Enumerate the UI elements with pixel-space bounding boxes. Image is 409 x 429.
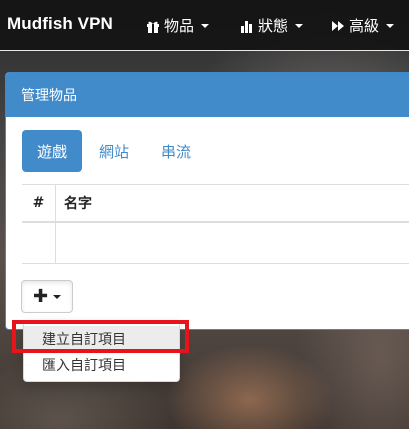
table-cell [22,223,56,263]
menu-item-import-custom[interactable]: 匯入自訂項目 [24,352,179,378]
column-header-number: # [22,185,56,221]
nav-menu-status[interactable]: 狀態 [240,15,304,36]
add-item-dropdown-button[interactable]: ✚ [21,280,73,313]
items-table: # 名字 [22,184,409,264]
add-item-dropdown-menu: 建立自訂項目 匯入自訂項目 [23,320,180,382]
navbar-divider [0,50,409,51]
chevron-down-icon [53,294,62,299]
bar-chart-icon [241,20,252,33]
panel-title: 管理物品 [6,73,409,117]
nav-items-label: 物品 [164,17,195,35]
tab-games[interactable]: 遊戲 [22,130,83,172]
chevron-down-icon [201,23,210,28]
tab-websites[interactable]: 網站 [84,130,144,172]
manage-items-panel: 管理物品 遊戲 網站 串流 # 名字 ✚ [5,72,409,330]
top-navbar: Mudfish VPN 物品 狀態 高級 [0,0,409,50]
plus-icon: ✚ [32,285,49,307]
gift-icon [147,21,159,33]
column-header-name: 名字 [64,196,92,212]
chevron-down-icon [295,23,304,28]
nav-status-label: 狀態 [258,17,289,35]
table-row-empty [22,223,409,264]
category-tabs: 遊戲 網站 串流 [22,130,208,172]
nav-advanced-label: 高級 [349,17,380,35]
brand-logo-text[interactable]: Mudfish VPN [7,14,113,34]
fast-forward-icon [332,20,344,31]
menu-item-create-custom[interactable]: 建立自訂項目 [24,326,179,352]
chevron-down-icon [386,23,395,28]
tab-streaming[interactable]: 串流 [146,130,206,172]
nav-menu-items[interactable]: 物品 [146,15,210,36]
nav-menu-advanced[interactable]: 高級 [331,15,395,36]
table-header: # 名字 [22,185,409,223]
